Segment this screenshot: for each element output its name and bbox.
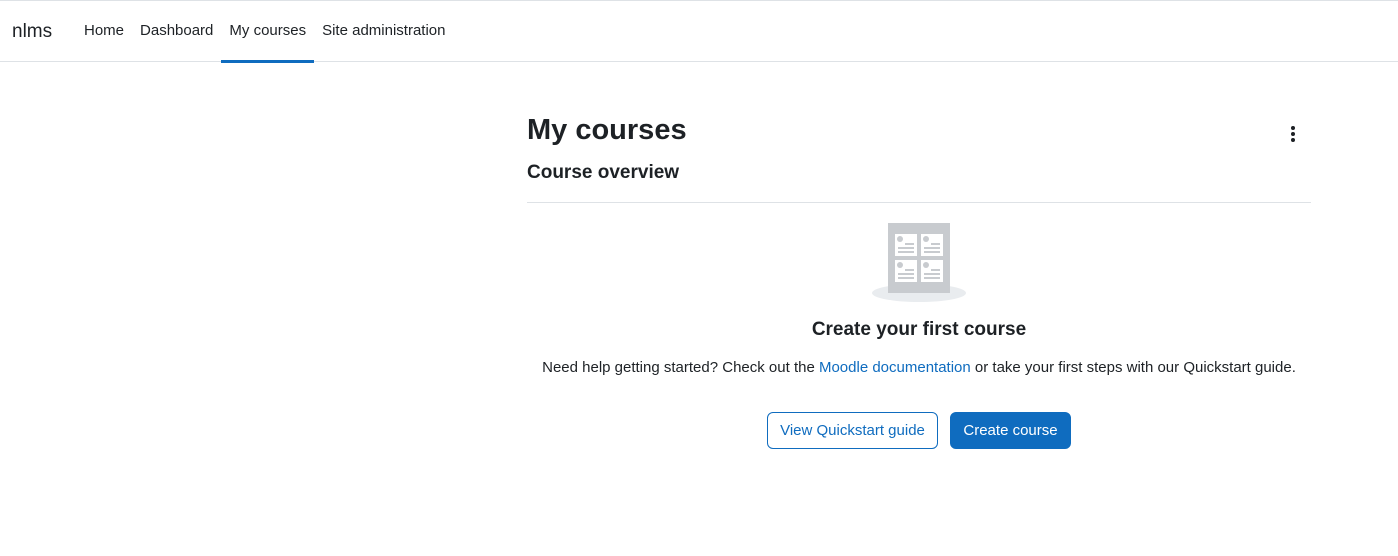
top-navbar: nlms Home Dashboard My courses Site admi… — [0, 0, 1398, 63]
create-course-button[interactable]: Create course — [950, 412, 1071, 449]
courses-grid-illustration — [872, 223, 966, 302]
nav-site-administration[interactable]: Site administration — [314, 1, 453, 62]
moodle-documentation-link[interactable]: Moodle documentation — [819, 359, 971, 376]
empty-state-help-text: Need help getting started? Check out the… — [527, 359, 1311, 376]
section-title: Course overview — [527, 162, 680, 183]
nav-home[interactable]: Home — [76, 1, 132, 62]
help-text-prefix: Need help getting started? Check out the — [542, 359, 819, 376]
nav-my-courses[interactable]: My courses — [221, 1, 314, 63]
page-title: My courses — [527, 114, 687, 146]
empty-state-title: Create your first course — [811, 319, 1027, 340]
view-quickstart-guide-button[interactable]: View Quickstart guide — [767, 412, 938, 449]
primary-navigation: Home Dashboard My courses Site administr… — [76, 1, 454, 63]
nav-dashboard[interactable]: Dashboard — [132, 1, 221, 62]
site-brand[interactable]: nlms — [12, 21, 52, 43]
help-text-suffix: or take your first steps with our Quicks… — [970, 359, 1296, 376]
kebab-vertical-icon[interactable] — [1280, 121, 1306, 147]
section-divider — [527, 202, 1311, 203]
